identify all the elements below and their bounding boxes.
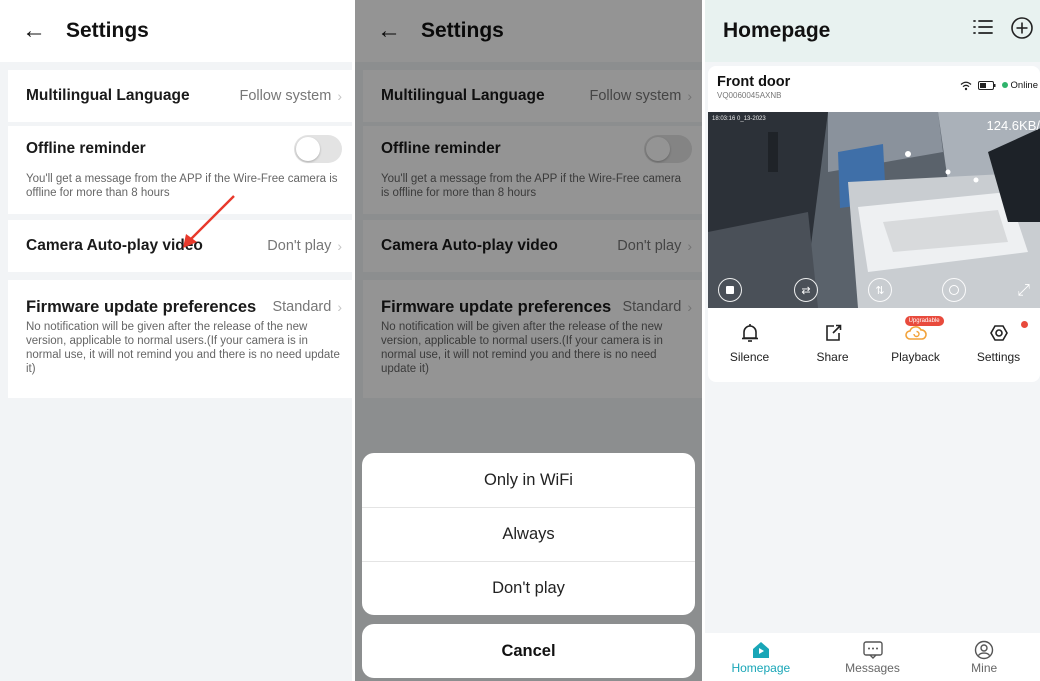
tab-messages[interactable]: Messages bbox=[817, 633, 929, 681]
option-always[interactable]: Always bbox=[362, 507, 695, 561]
settings-label: Settings bbox=[976, 350, 1021, 364]
homepage-screen: Homepage Front door VQ0060045AXNB Online bbox=[705, 0, 1040, 681]
tab-mine[interactable]: Mine bbox=[928, 633, 1040, 681]
device-serial: VQ0060045AXNB bbox=[717, 91, 782, 100]
stop-icon[interactable] bbox=[718, 278, 742, 302]
list-icon[interactable] bbox=[972, 16, 994, 46]
device-status: Online bbox=[960, 80, 1038, 91]
record-icon[interactable] bbox=[942, 278, 966, 302]
tab-messages-label: Messages bbox=[845, 661, 900, 675]
device-actions: Silence Share Upgradable Playback Settin… bbox=[708, 316, 1040, 378]
online-dot bbox=[1001, 82, 1008, 88]
bottom-tab-bar: Homepage Messages Mine bbox=[705, 633, 1040, 681]
silence-button[interactable]: Silence bbox=[708, 316, 791, 378]
homepage-header: Homepage bbox=[705, 0, 1040, 62]
home-icon bbox=[751, 639, 771, 661]
tab-homepage[interactable]: Homepage bbox=[705, 633, 817, 681]
notification-dot bbox=[1021, 321, 1028, 328]
upgradable-badge: Upgradable bbox=[904, 316, 944, 326]
page-title: Homepage bbox=[723, 19, 831, 42]
user-icon bbox=[974, 639, 994, 661]
tab-homepage-label: Homepage bbox=[731, 661, 791, 675]
share-icon bbox=[822, 316, 844, 350]
fullscreen-icon[interactable]: ⤢ bbox=[1017, 282, 1030, 300]
settings-icon bbox=[988, 316, 1010, 350]
cancel-button[interactable]: Cancel bbox=[362, 624, 695, 678]
silence-label: Silence bbox=[729, 350, 770, 364]
messages-icon bbox=[862, 639, 884, 661]
device-name: Front door bbox=[717, 74, 791, 90]
switch-stream-icon[interactable]: ⇄ bbox=[794, 278, 818, 302]
playback-button[interactable]: Upgradable Playback bbox=[874, 316, 957, 378]
autoplay-options-sheet: Only in WiFi Always Don't play bbox=[362, 453, 695, 615]
video-timestamp: 18:03:16 0_13-2023 bbox=[712, 116, 766, 122]
playback-label: Playback bbox=[891, 350, 940, 364]
wifi-icon bbox=[960, 81, 972, 90]
bitrate-readout: 124.6KB/ bbox=[986, 118, 1040, 133]
option-only-in-wifi[interactable]: Only in WiFi bbox=[362, 453, 695, 507]
status-text: Online bbox=[1010, 80, 1038, 91]
share-button[interactable]: Share bbox=[791, 316, 874, 378]
option-dont-play[interactable]: Don't play bbox=[362, 561, 695, 615]
talk-icon[interactable]: ⇅ bbox=[868, 278, 892, 302]
settings-button[interactable]: Settings bbox=[957, 316, 1040, 378]
annotation-arrow bbox=[183, 195, 235, 248]
bell-icon bbox=[739, 316, 761, 350]
settings-screen-with-sheet: ← Settings Multilingual Language Follow … bbox=[355, 0, 702, 681]
settings-screen: ← Settings Multilingual Language Follow … bbox=[0, 0, 352, 681]
cancel-sheet: Cancel bbox=[362, 624, 695, 678]
device-card: Front door VQ0060045AXNB Online 18:03:16… bbox=[708, 66, 1040, 382]
share-label: Share bbox=[816, 350, 849, 364]
tab-mine-label: Mine bbox=[971, 661, 998, 675]
live-video[interactable]: 18:03:16 0_13-2023 124.6KB/ ⇄ ⇅ ⤢ bbox=[708, 112, 1040, 308]
battery-icon bbox=[977, 81, 996, 90]
add-device-icon[interactable] bbox=[1010, 16, 1034, 46]
